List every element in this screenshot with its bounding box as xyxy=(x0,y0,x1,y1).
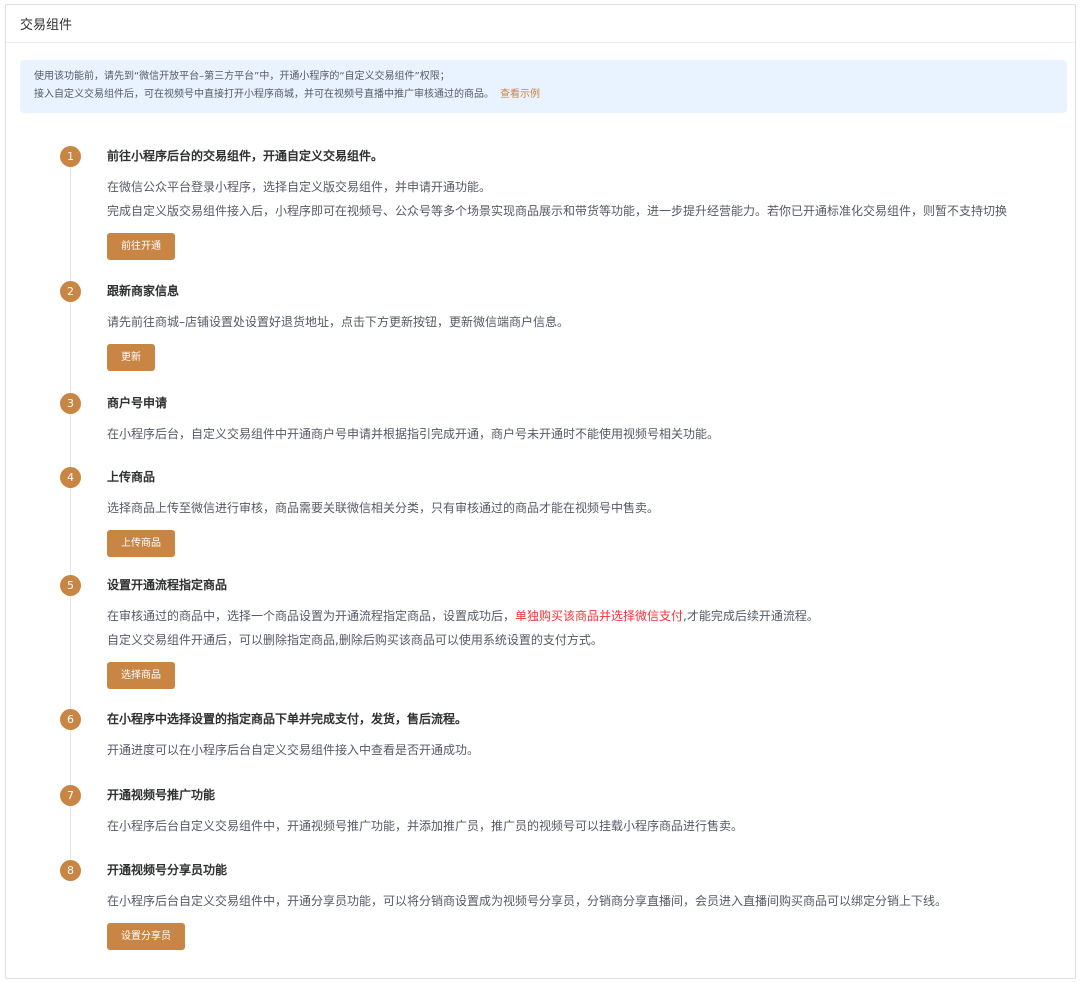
highlight-text: 单独购买该商品并选择微信支付 xyxy=(515,609,684,623)
step-description: 请先前往商城–店铺设置处设置好退货地址，点击下方更新按钮，更新微信端商户信息。 xyxy=(107,310,1067,334)
step-desc-line: 在审核通过的商品中，选择一个商品设置为开通流程指定商品，设置成功后，单独购买该商… xyxy=(107,604,1067,628)
upload-products-button[interactable]: 上传商品 xyxy=(107,530,175,557)
step-desc-line: 在微信公众平台登录小程序，选择自定义版交易组件，并申请开通功能。 xyxy=(107,180,492,194)
step-desc-line: 开通进度可以在小程序后台自定义交易组件接入中查看是否开通成功。 xyxy=(107,743,480,757)
step-number: 1 xyxy=(60,146,81,167)
step-title: 上传商品 xyxy=(107,470,156,484)
step-desc-line: 在小程序后台自定义交易组件中，开通视频号推广功能，并添加推广员，推广员的视频号可… xyxy=(107,819,744,833)
step-title: 跟新商家信息 xyxy=(107,284,180,298)
step-number: 3 xyxy=(60,393,81,414)
step-description: 在微信公众平台登录小程序，选择自定义版交易组件，并申请开通功能。 完成自定义版交… xyxy=(107,175,1067,223)
notice-line-2-text: 接入自定义交易组件后，可在视频号中直接打开小程序商城，并可在视频号直播中推广审核… xyxy=(34,89,494,100)
notice-line-1: 使用该功能前，请先到“微信开放平台–第三方平台”中，开通小程序的“自定义交易组件… xyxy=(34,71,450,82)
page-title: 交易组件 xyxy=(20,18,73,33)
timeline-line xyxy=(70,160,71,880)
step-title: 开通视频号分享员功能 xyxy=(107,863,228,877)
step-description: 在小程序后台，自定义交易组件中开通商户号申请并根据指引完成开通，商户号未开通时不… xyxy=(107,422,1067,446)
step-number: 6 xyxy=(60,709,81,730)
view-example-link[interactable]: 查看示例 xyxy=(500,89,540,100)
step-desc-line: 完成自定义版交易组件接入后，小程序即可在视频号、公众号等多个场景实现商品展示和带… xyxy=(107,204,1008,218)
step-title: 前往小程序后台的交易组件，开通自定义交易组件。 xyxy=(107,149,384,163)
step-description: 开通进度可以在小程序后台自定义交易组件接入中查看是否开通成功。 xyxy=(107,738,1067,762)
set-sharer-button[interactable]: 设置分享员 xyxy=(107,923,185,950)
step-number: 2 xyxy=(60,281,81,302)
step-title: 设置开通流程指定商品 xyxy=(107,578,228,592)
step-title: 商户号申请 xyxy=(107,396,168,410)
step-number: 4 xyxy=(60,467,81,488)
step-description: 选择商品上传至微信进行审核，商品需要关联微信相关分类，只有审核通过的商品才能在视… xyxy=(107,496,1067,520)
notice-line-2: 接入自定义交易组件后，可在视频号中直接打开小程序商城，并可在视频号直播中推广审核… xyxy=(34,86,1053,104)
step-title: 在小程序中选择设置的指定商品下单并完成支付，发货，售后流程。 xyxy=(107,712,468,726)
step-desc-line: 在小程序后台，自定义交易组件中开通商户号申请并根据指引完成开通，商户号未开通时不… xyxy=(107,427,720,441)
step-desc-text: ,才能完成后续开通流程。 xyxy=(683,609,819,623)
select-product-button[interactable]: 选择商品 xyxy=(107,662,175,689)
step-description: 在审核通过的商品中，选择一个商品设置为开通流程指定商品，设置成功后，单独购买该商… xyxy=(107,604,1067,652)
step-description: 在小程序后台自定义交易组件中，开通视频号推广功能，并添加推广员，推广员的视频号可… xyxy=(107,814,1067,838)
step-number: 5 xyxy=(60,575,81,596)
step-title: 开通视频号推广功能 xyxy=(107,788,216,802)
step-desc-line: 在小程序后台自定义交易组件中，开通分享员功能，可以将分销商设置成为视频号分享员，… xyxy=(107,894,948,908)
trade-component-panel: 交易组件 使用该功能前，请先到“微信开放平台–第三方平台”中，开通小程序的“自定… xyxy=(5,4,1076,979)
notice-banner: 使用该功能前，请先到“微信开放平台–第三方平台”中，开通小程序的“自定义交易组件… xyxy=(20,60,1067,113)
step-desc-line: 自定义交易组件开通后，可以删除指定商品,删除后购买该商品可以使用系统设置的支付方… xyxy=(107,633,603,647)
step-number: 7 xyxy=(60,785,81,806)
step-number: 8 xyxy=(60,860,81,881)
panel-header: 交易组件 xyxy=(6,5,1075,43)
open-trade-component-button[interactable]: 前往开通 xyxy=(107,233,175,260)
update-button[interactable]: 更新 xyxy=(107,344,155,371)
step-description: 在小程序后台自定义交易组件中，开通分享员功能，可以将分销商设置成为视频号分享员，… xyxy=(107,889,1067,913)
step-desc-line: 选择商品上传至微信进行审核，商品需要关联微信相关分类，只有审核通过的商品才能在视… xyxy=(107,501,660,515)
step-desc-text: 在审核通过的商品中，选择一个商品设置为开通流程指定商品，设置成功后， xyxy=(107,609,516,623)
step-desc-line: 请先前往商城–店铺设置处设置好退货地址，点击下方更新按钮，更新微信端商户信息。 xyxy=(107,315,570,329)
